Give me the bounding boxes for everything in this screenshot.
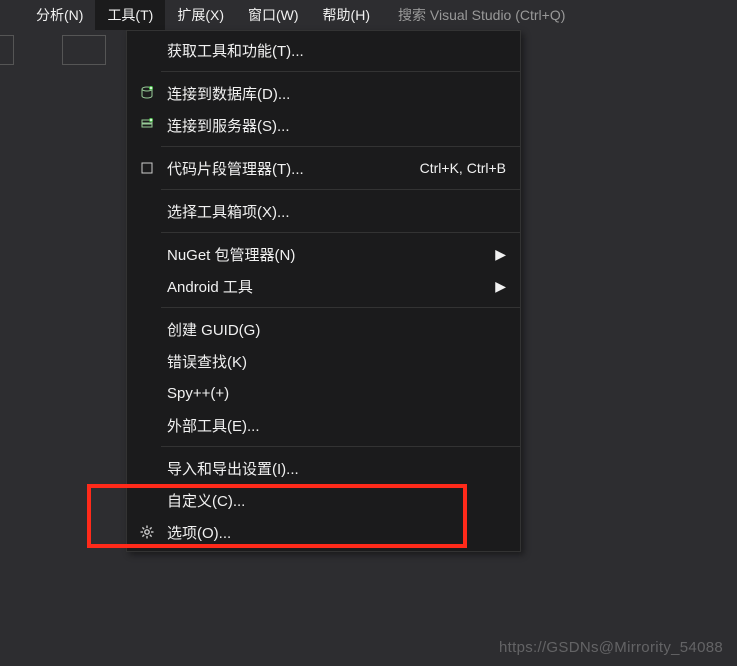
menuitem-label: Android 工具 bbox=[167, 276, 490, 297]
separator bbox=[161, 71, 520, 72]
menuitem-create-guid[interactable]: 创建 GUID(G) bbox=[127, 313, 520, 345]
submenu-arrow-icon: ▶ bbox=[490, 246, 506, 263]
menuitem-label: 代码片段管理器(T)... bbox=[167, 158, 400, 179]
menuitem-label: 错误查找(K) bbox=[167, 351, 506, 372]
menu-window[interactable]: 窗口(W) bbox=[236, 0, 311, 30]
menuitem-label: 获取工具和功能(T)... bbox=[167, 40, 506, 61]
separator bbox=[161, 446, 520, 447]
menuitem-external-tools[interactable]: 外部工具(E)... bbox=[127, 409, 520, 441]
menuitem-label: 连接到数据库(D)... bbox=[167, 83, 506, 104]
menuitem-label: 自定义(C)... bbox=[167, 490, 506, 511]
search-input[interactable]: 搜索 Visual Studio (Ctrl+Q) bbox=[388, 1, 737, 29]
menuitem-error-lookup[interactable]: 错误查找(K) bbox=[127, 345, 520, 377]
menuitem-connect-database[interactable]: 连接到数据库(D)... bbox=[127, 77, 520, 109]
menuitem-label: 外部工具(E)... bbox=[167, 415, 506, 436]
database-icon bbox=[127, 85, 167, 101]
menuitem-label: 导入和导出设置(I)... bbox=[167, 458, 506, 479]
menu-extensions[interactable]: 扩展(X) bbox=[165, 0, 236, 30]
menuitem-spy[interactable]: Spy++(+) bbox=[127, 377, 520, 409]
menuitem-customize[interactable]: 自定义(C)... bbox=[127, 484, 520, 516]
toolbar-button-partial[interactable] bbox=[0, 35, 14, 65]
menuitem-import-export[interactable]: 导入和导出设置(I)... bbox=[127, 452, 520, 484]
menu-tools[interactable]: 工具(T) bbox=[95, 0, 165, 30]
menuitem-label: 选项(O)... bbox=[167, 522, 506, 543]
separator bbox=[161, 189, 520, 190]
menuitem-toolbox-items[interactable]: 选择工具箱项(X)... bbox=[127, 195, 520, 227]
menuitem-android-tools[interactable]: Android 工具 ▶ bbox=[127, 270, 520, 302]
separator bbox=[161, 307, 520, 308]
watermark: https://GSDNs@Mirrority_54088 bbox=[499, 639, 723, 656]
tools-dropdown: 获取工具和功能(T)... 连接到数据库(D)... 连接到服务器(S)... … bbox=[126, 30, 521, 552]
menuitem-options[interactable]: 选项(O)... bbox=[127, 516, 520, 548]
menuitem-nuget[interactable]: NuGet 包管理器(N) ▶ bbox=[127, 238, 520, 270]
snippet-icon bbox=[127, 160, 167, 176]
menu-help[interactable]: 帮助(H) bbox=[311, 0, 382, 30]
toolbar-button[interactable] bbox=[62, 35, 106, 65]
gear-icon bbox=[127, 524, 167, 540]
server-icon bbox=[127, 117, 167, 133]
menuitem-label: 选择工具箱项(X)... bbox=[167, 201, 506, 222]
separator bbox=[161, 146, 520, 147]
menuitem-snippet-manager[interactable]: 代码片段管理器(T)... Ctrl+K, Ctrl+B bbox=[127, 152, 520, 184]
menu-analyze[interactable]: 分析(N) bbox=[24, 0, 95, 30]
menubar: 分析(N) 工具(T) 扩展(X) 窗口(W) 帮助(H) 搜索 Visual … bbox=[0, 0, 737, 30]
menuitem-label: NuGet 包管理器(N) bbox=[167, 244, 490, 265]
menuitem-label: 创建 GUID(G) bbox=[167, 319, 506, 340]
submenu-arrow-icon: ▶ bbox=[490, 278, 506, 295]
shortcut-label: Ctrl+K, Ctrl+B bbox=[420, 160, 506, 176]
menuitem-get-tools[interactable]: 获取工具和功能(T)... bbox=[127, 34, 520, 66]
toolbar-fragment bbox=[0, 30, 52, 70]
menuitem-connect-server[interactable]: 连接到服务器(S)... bbox=[127, 109, 520, 141]
menuitem-label: Spy++(+) bbox=[167, 385, 506, 402]
menuitem-label: 连接到服务器(S)... bbox=[167, 115, 506, 136]
separator bbox=[161, 232, 520, 233]
